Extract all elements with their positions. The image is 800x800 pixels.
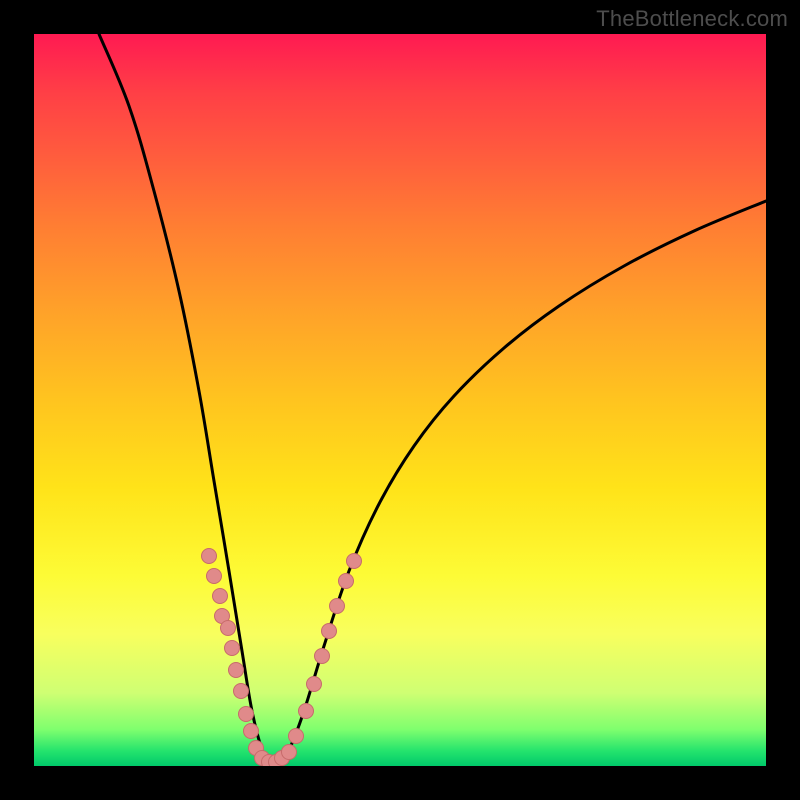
data-dot (282, 745, 297, 760)
data-dot (315, 649, 330, 664)
data-dot (225, 641, 240, 656)
data-dot (221, 621, 236, 636)
data-dot (307, 677, 322, 692)
watermark-text: TheBottleneck.com (596, 6, 788, 32)
data-dot (202, 549, 217, 564)
data-dot (234, 684, 249, 699)
chart-frame: TheBottleneck.com (0, 0, 800, 800)
data-dots (202, 549, 362, 767)
data-dot (229, 663, 244, 678)
data-dot (347, 554, 362, 569)
curve-layer (34, 34, 766, 766)
data-dot (213, 589, 228, 604)
data-dot (239, 707, 254, 722)
data-dot (207, 569, 222, 584)
data-dot (244, 724, 259, 739)
data-dot (299, 704, 314, 719)
data-dot (330, 599, 345, 614)
data-dot (289, 729, 304, 744)
data-dot (322, 624, 337, 639)
bottleneck-curve (99, 34, 766, 766)
data-dot (339, 574, 354, 589)
